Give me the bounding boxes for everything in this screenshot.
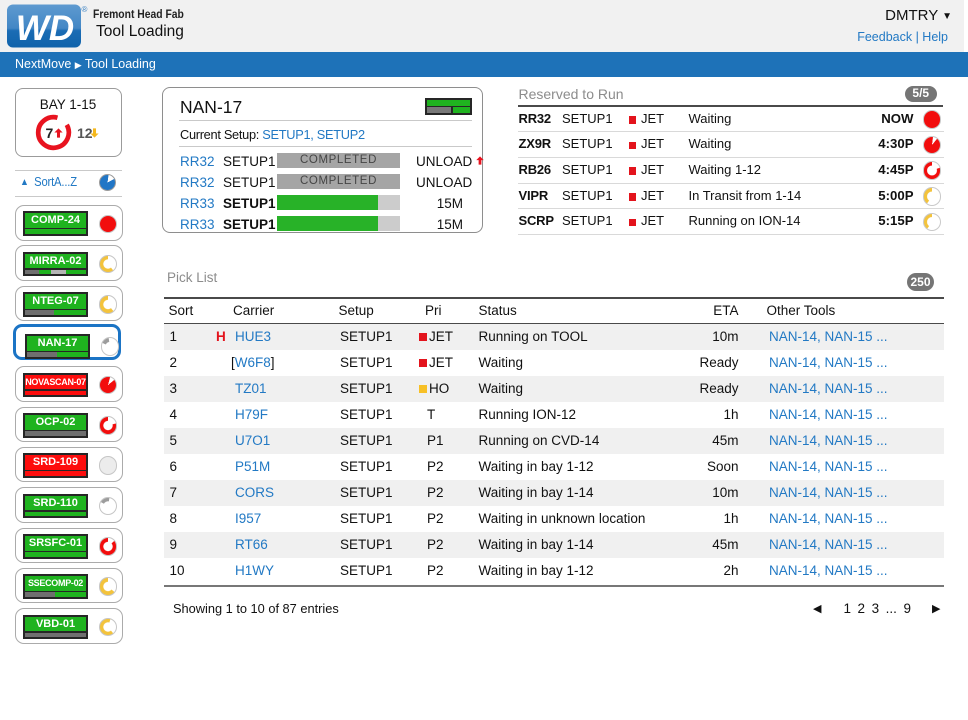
svg-text:WD: WD xyxy=(16,9,74,48)
svg-text:®: ® xyxy=(82,5,88,14)
